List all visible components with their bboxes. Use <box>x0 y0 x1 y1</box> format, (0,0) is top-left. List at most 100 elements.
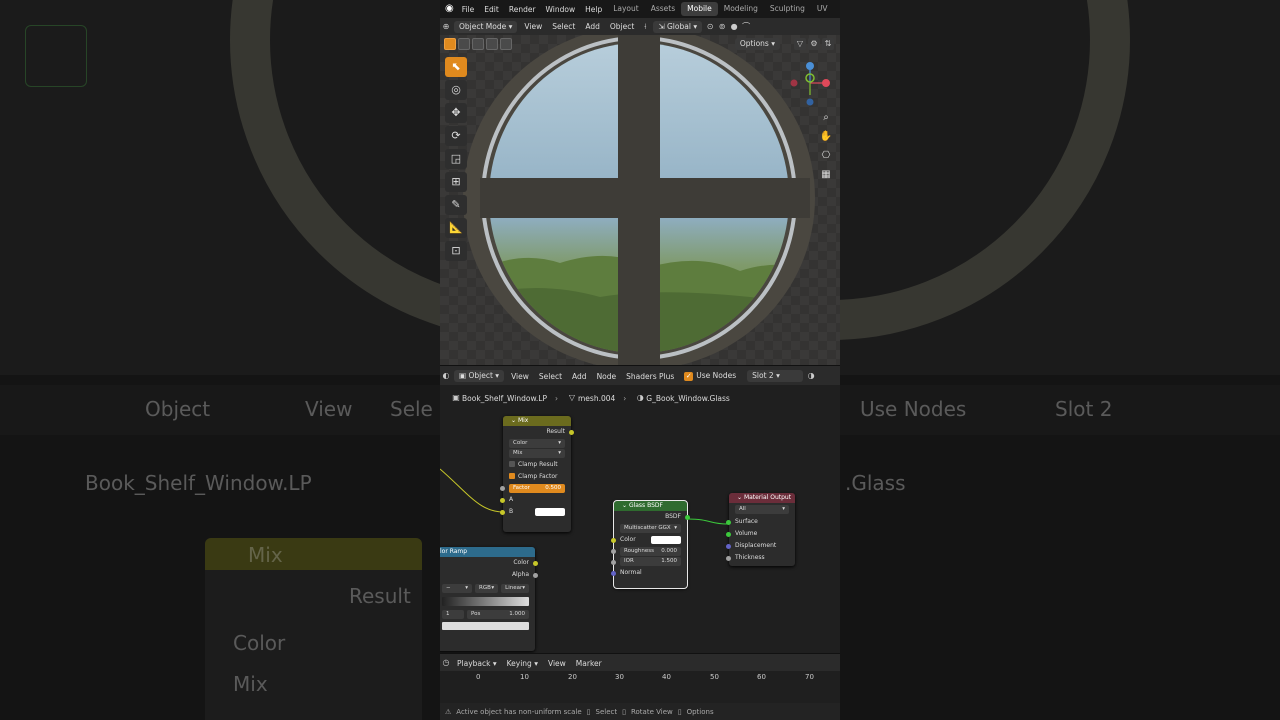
menu-help[interactable]: Help <box>580 5 607 14</box>
filter-icon[interactable]: ▽ <box>794 38 806 50</box>
tab-sculpting[interactable]: Sculpting <box>764 2 811 16</box>
glass-color-socket[interactable] <box>611 537 616 543</box>
zoom-icon[interactable]: ⌕ <box>818 110 834 126</box>
color-ramp-header[interactable]: lor Ramp <box>440 547 535 557</box>
clamp-factor-checkbox[interactable]: Clamp Factor <box>503 471 571 483</box>
rotate-tool[interactable]: ⟳ <box>445 126 467 146</box>
mix-b-color-swatch[interactable] <box>535 508 565 516</box>
roughness-socket[interactable] <box>611 549 616 554</box>
output-target-dropdown[interactable]: All ▾ <box>735 505 789 514</box>
timeline-menu-view[interactable]: View <box>543 659 571 668</box>
ramp-stop-color-swatch[interactable] <box>442 622 529 630</box>
material-output-node[interactable]: ⌄ Material Output All ▾ Surface Volume Di… <box>726 493 795 566</box>
pivot-icon[interactable]: ⊙ <box>704 21 716 33</box>
thickness-socket[interactable] <box>726 555 731 561</box>
timeline-menu-marker[interactable]: Marker <box>571 659 607 668</box>
menu-window[interactable]: Window <box>541 5 581 14</box>
glass-bsdf-header[interactable]: ⌄ Glass BSDF <box>614 501 687 511</box>
select-intersect-icon[interactable] <box>500 38 512 50</box>
timeline-editor-type-icon[interactable]: ◷ <box>440 657 452 669</box>
glass-bsdf-node[interactable]: ⌄ Glass BSDF BSDF Multiscatter GGX ▾ Colo… <box>611 500 690 589</box>
menu-render[interactable]: Render <box>504 5 541 14</box>
viewport-menu-add[interactable]: Add <box>580 22 605 31</box>
node-menu-view[interactable]: View <box>506 372 534 381</box>
distribution-dropdown[interactable]: Multiscatter GGX ▾ <box>620 524 681 533</box>
move-tool[interactable]: ✥ <box>445 103 467 123</box>
normal-socket[interactable] <box>611 570 616 576</box>
glass-color-swatch[interactable] <box>651 536 681 544</box>
node-menu-add[interactable]: Add <box>567 372 592 381</box>
transform-orientation-dropdown[interactable]: ⇲ Global ▾ <box>653 20 703 33</box>
annotate-tool[interactable]: ✎ <box>445 195 467 215</box>
timeline-menu-keying[interactable]: Keying ▾ <box>502 659 543 668</box>
mix-node[interactable]: ⌄ Mix Result Color ▾ Mix ▾ Clamp Result Cl… <box>500 416 574 532</box>
node-menu-shaders-plus[interactable]: Shaders Plus <box>621 372 679 381</box>
editor-type-icon[interactable]: ⊕ <box>440 21 452 33</box>
mix-a-socket[interactable] <box>500 497 505 503</box>
roughness-field[interactable]: Roughness 0.000 <box>620 547 681 556</box>
factor-socket[interactable] <box>500 486 505 491</box>
clamp-result-checkbox[interactable]: Clamp Result <box>503 459 571 471</box>
tab-modeling[interactable]: Modeling <box>718 2 764 16</box>
factor-slider[interactable]: Factor 0.500 <box>509 484 565 493</box>
breadcrumb-object[interactable]: Book_Shelf_Window.LP <box>462 394 547 403</box>
settings-icon[interactable]: ⚙ <box>808 38 820 50</box>
mix-b-socket[interactable] <box>500 509 505 515</box>
ior-field[interactable]: IOR 1.500 <box>620 557 681 566</box>
shader-type-dropdown[interactable]: ▣ Object ▾ <box>454 370 505 382</box>
tab-uv-editing[interactable]: UV Editing <box>811 2 840 27</box>
scale-tool[interactable]: ◲ <box>445 149 467 169</box>
options-dropdown[interactable]: Options ▾ <box>734 38 780 50</box>
volume-socket[interactable] <box>726 531 731 537</box>
menu-file[interactable]: File <box>457 5 480 14</box>
menu-edit[interactable]: Edit <box>479 5 504 14</box>
blender-logo-icon[interactable]: ◉ <box>445 2 454 16</box>
pan-hand-icon[interactable]: ✋ <box>818 129 834 145</box>
cursor-tool[interactable]: ◎ <box>445 80 467 100</box>
ramp-interpolation-dropdown[interactable]: Linear ▾ <box>501 584 529 593</box>
mix-data-type-dropdown[interactable]: Color ▾ <box>509 439 565 448</box>
mix-result-socket[interactable] <box>569 429 574 435</box>
timeline-menu-playback[interactable]: Playback ▾ <box>452 659 502 668</box>
node-menu-select[interactable]: Select <box>534 372 567 381</box>
material-output-header[interactable]: ⌄ Material Output <box>729 493 795 503</box>
select-extend-icon[interactable] <box>458 38 470 50</box>
ramp-stop-index[interactable]: 1 <box>442 610 464 619</box>
tab-mobile[interactable]: Mobile <box>681 2 718 16</box>
ior-socket[interactable] <box>611 560 616 565</box>
node-editor-canvas[interactable]: ⌄ Mix Result Color ▾ Mix ▾ Clamp Result Cl… <box>440 385 840 653</box>
ramp-pos-field[interactable]: Pos 1.000 <box>467 610 529 619</box>
object-mode-dropdown[interactable]: Object Mode ▾ <box>454 20 518 33</box>
select-subtract-icon[interactable] <box>472 38 484 50</box>
viewport-menu-select[interactable]: Select <box>547 22 580 31</box>
transform-tool[interactable]: ⊞ <box>445 172 467 192</box>
mix-blend-mode-dropdown[interactable]: Mix ▾ <box>509 449 565 458</box>
navigation-gizmo[interactable] <box>786 59 834 115</box>
tab-assets[interactable]: Assets <box>645 2 681 16</box>
ramp-gradient-bar[interactable] <box>442 597 529 606</box>
select-box-tool[interactable]: ⬉ <box>445 57 467 77</box>
slot-dropdown[interactable]: Slot 2 ▾ <box>747 370 804 382</box>
camera-icon[interactable]: ⎔ <box>818 148 834 164</box>
viewport-menu-object[interactable]: Object <box>605 22 639 31</box>
color-ramp-node[interactable]: lor Ramp Color Alpha − ▾ RGB ▾ Linear ▾ 1 P… <box>440 547 538 651</box>
node-editor-type-icon[interactable]: ◐ <box>440 370 452 382</box>
measure-tool[interactable]: 📐 <box>445 218 467 238</box>
use-nodes-toggle[interactable]: ✓ Use Nodes <box>679 371 741 381</box>
material-preview-icon[interactable]: ◑ <box>805 370 817 382</box>
surface-socket[interactable] <box>726 519 731 525</box>
bsdf-output-socket[interactable] <box>685 514 690 520</box>
ramp-mode-dropdown[interactable]: RGB ▾ <box>475 584 499 593</box>
add-cube-tool[interactable]: ⊡ <box>445 241 467 261</box>
perspective-grid-icon[interactable]: ▦ <box>818 167 834 183</box>
timeline[interactable]: 0 10 20 30 40 50 60 70 <box>440 671 840 703</box>
displacement-socket[interactable] <box>726 543 731 549</box>
tab-layout[interactable]: Layout <box>607 2 645 16</box>
proportional-edit-icon[interactable]: ● <box>728 21 740 33</box>
select-new-icon[interactable] <box>444 38 456 50</box>
snap-toggle-icon[interactable]: ⇅ <box>822 38 834 50</box>
mix-node-header[interactable]: ⌄ Mix <box>503 416 571 426</box>
gizmo-icon[interactable]: ⟊ <box>639 21 651 33</box>
ramp-add-remove[interactable]: − ▾ <box>442 584 472 593</box>
node-menu-node[interactable]: Node <box>592 372 622 381</box>
